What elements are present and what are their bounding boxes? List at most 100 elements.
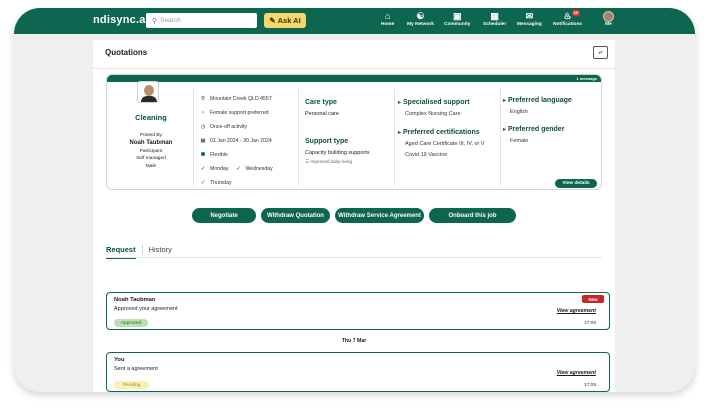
support-pref-text: Female support preferred [210, 110, 269, 116]
date-separator: Thu 7 Mar [341, 338, 367, 344]
negotiate-button[interactable]: Negotiate [192, 208, 256, 223]
timeline-message: Approved your agreement [114, 306, 178, 312]
nav-scheduler-label: Scheduler [483, 22, 507, 27]
nav-me[interactable]: Me [603, 11, 614, 27]
detail-activity: ◷ Once-off activity [200, 124, 248, 130]
withdraw-service-agreement-button[interactable]: Withdraw Service Agreement [335, 208, 424, 223]
job-title: Cleaning [135, 113, 167, 122]
view-details-button[interactable]: View details [555, 179, 597, 188]
detail-dates: ▦ 01 Jan 2024 - 30 Jan 2024 [200, 138, 272, 144]
search-input[interactable]: ⚲ Search [146, 13, 257, 28]
ask-ai-button[interactable]: ✎ Ask AI [264, 13, 306, 28]
nav-community-label: Community [444, 22, 471, 27]
calendar-icon: ▦ [490, 11, 499, 21]
top-nav-bar: ndisync.ai ⚲ Search ✎ Ask AI ⌂ Home ☯ My… [14, 8, 695, 34]
specialised-support-value: Complex Nursing Care [405, 111, 461, 117]
nav-home-label: Home [381, 22, 395, 27]
gender-value: Female [510, 138, 529, 144]
certifications-heading: Preferred certifications [398, 129, 480, 136]
poster-gender: Male [145, 164, 157, 170]
nav-my-network-label: My Network [407, 22, 434, 27]
back-arrow-icon: ⤶ [598, 48, 603, 56]
check-icon: ✓ [200, 180, 206, 186]
network-icon: ☯ [416, 11, 425, 21]
back-button[interactable]: ⤶ [593, 46, 608, 59]
search-icon: ⚲ [152, 17, 158, 25]
check-icon: ✓ [200, 166, 206, 172]
status-dot-icon [200, 152, 206, 158]
poster-avatar [137, 81, 159, 103]
status-badge: Approved [114, 319, 148, 327]
nav-notifications[interactable]: ♨ 20 Notifications [553, 10, 583, 27]
poster-role: Participant [139, 148, 163, 154]
divider [193, 88, 194, 186]
timestamp: 17:09 [583, 321, 596, 326]
detail-flexibility: Flexible [200, 152, 228, 158]
detail-location: ⚲ Mountain Creek QLD 4557 [200, 96, 272, 102]
tab-underline-divider [106, 257, 602, 258]
support-type-sub: ☰ Improved daily living [305, 159, 352, 165]
check-icon: ✓ [236, 166, 241, 172]
sparkle-icon: ✎ [269, 16, 276, 25]
new-badge: New [582, 295, 604, 303]
nav-scheduler[interactable]: ▦ Scheduler [483, 11, 506, 27]
specialised-support-heading: Specialised support [398, 99, 470, 106]
poster-name[interactable]: Noah Taubman [121, 140, 181, 148]
message-count[interactable]: 1 message [577, 76, 597, 81]
dates-text: 01 Jan 2024 - 30 Jan 2024 [210, 138, 272, 144]
support-type-heading: Support type [305, 138, 349, 145]
nav-my-network[interactable]: ☯ My Network [407, 11, 434, 27]
avatar [603, 11, 614, 22]
timeline-author: You [114, 357, 125, 363]
nav-notifications-label: Notifications [553, 22, 583, 27]
message-icon: ✉ [525, 11, 534, 21]
action-buttons: Negotiate Withdraw Quotation Withdraw Se… [93, 208, 615, 223]
page-title: Quotations [105, 48, 148, 57]
nav-messaging[interactable]: ✉ Messaging [517, 11, 542, 27]
divider [500, 88, 501, 186]
support-type-value: Capacity building supports [305, 150, 370, 156]
day-wednesday: Wednesday [245, 166, 273, 172]
clock-icon: ◷ [200, 124, 206, 130]
language-heading: Preferred language [503, 97, 572, 104]
app-logo[interactable]: ndisync.ai [93, 14, 149, 26]
list-icon: ☰ [305, 159, 310, 164]
nav-home[interactable]: ⌂ Home [381, 11, 394, 27]
location-text: Mountain Creek QLD 4557 [210, 96, 272, 102]
status-badge: Pending [114, 381, 149, 389]
timeline-item: You Sent a agreement Pending View agreem… [106, 352, 610, 392]
ask-ai-label: Ask AI [277, 16, 301, 25]
job-card: 1 message Cleaning Posted By Noah Taubma… [106, 74, 602, 190]
app-window: ndisync.ai ⚲ Search ✎ Ask AI ⌂ Home ☯ My… [14, 8, 695, 392]
view-agreement-link[interactable]: View agreement [557, 370, 596, 376]
flexibility-text: Flexible [210, 152, 228, 158]
gender-icon: ♀ [200, 110, 206, 116]
gender-heading: Preferred gender [503, 126, 564, 133]
day-thursday: Thursday [210, 180, 232, 186]
withdraw-quotation-button[interactable]: Withdraw Quotation [261, 208, 330, 223]
certification-value-1: Aged Care Certificate III, IV, or V [405, 141, 485, 147]
nav-me-label: Me [605, 22, 612, 27]
timeline-author: Noah Taubman [114, 297, 156, 303]
certification-value-2: Covid 19 Vaccine [405, 152, 448, 158]
day-monday: Monday [210, 166, 229, 172]
divider [298, 88, 299, 186]
detail-days-2: ✓ Thursday [200, 180, 232, 186]
language-value: English [510, 109, 529, 115]
detail-support-pref: ♀ Female support preferred [200, 110, 269, 116]
timeline-item: Noah Taubman Approved your agreement App… [106, 292, 610, 330]
detail-days: ✓ Monday ✓ Wednesday [200, 166, 273, 172]
care-type-heading: Care type [305, 99, 337, 106]
quotation-detail-panel: 1 message Cleaning Posted By Noah Taubma… [93, 68, 615, 392]
view-agreement-link[interactable]: View agreement [557, 308, 596, 314]
onboard-job-button[interactable]: Onboard this job [429, 208, 516, 223]
nav-community[interactable]: ▣ Community [444, 11, 470, 27]
location-pin-icon: ⚲ [200, 96, 206, 102]
care-type-value: Personal care [305, 111, 339, 117]
notification-count-badge: 20 [571, 10, 581, 16]
quotations-header: Quotations ⤶ [93, 40, 615, 68]
job-card-strip: 1 message [107, 75, 601, 82]
calendar-icon: ▦ [200, 138, 206, 144]
posted-by-label: Posted By [140, 133, 162, 138]
divider [394, 88, 395, 186]
